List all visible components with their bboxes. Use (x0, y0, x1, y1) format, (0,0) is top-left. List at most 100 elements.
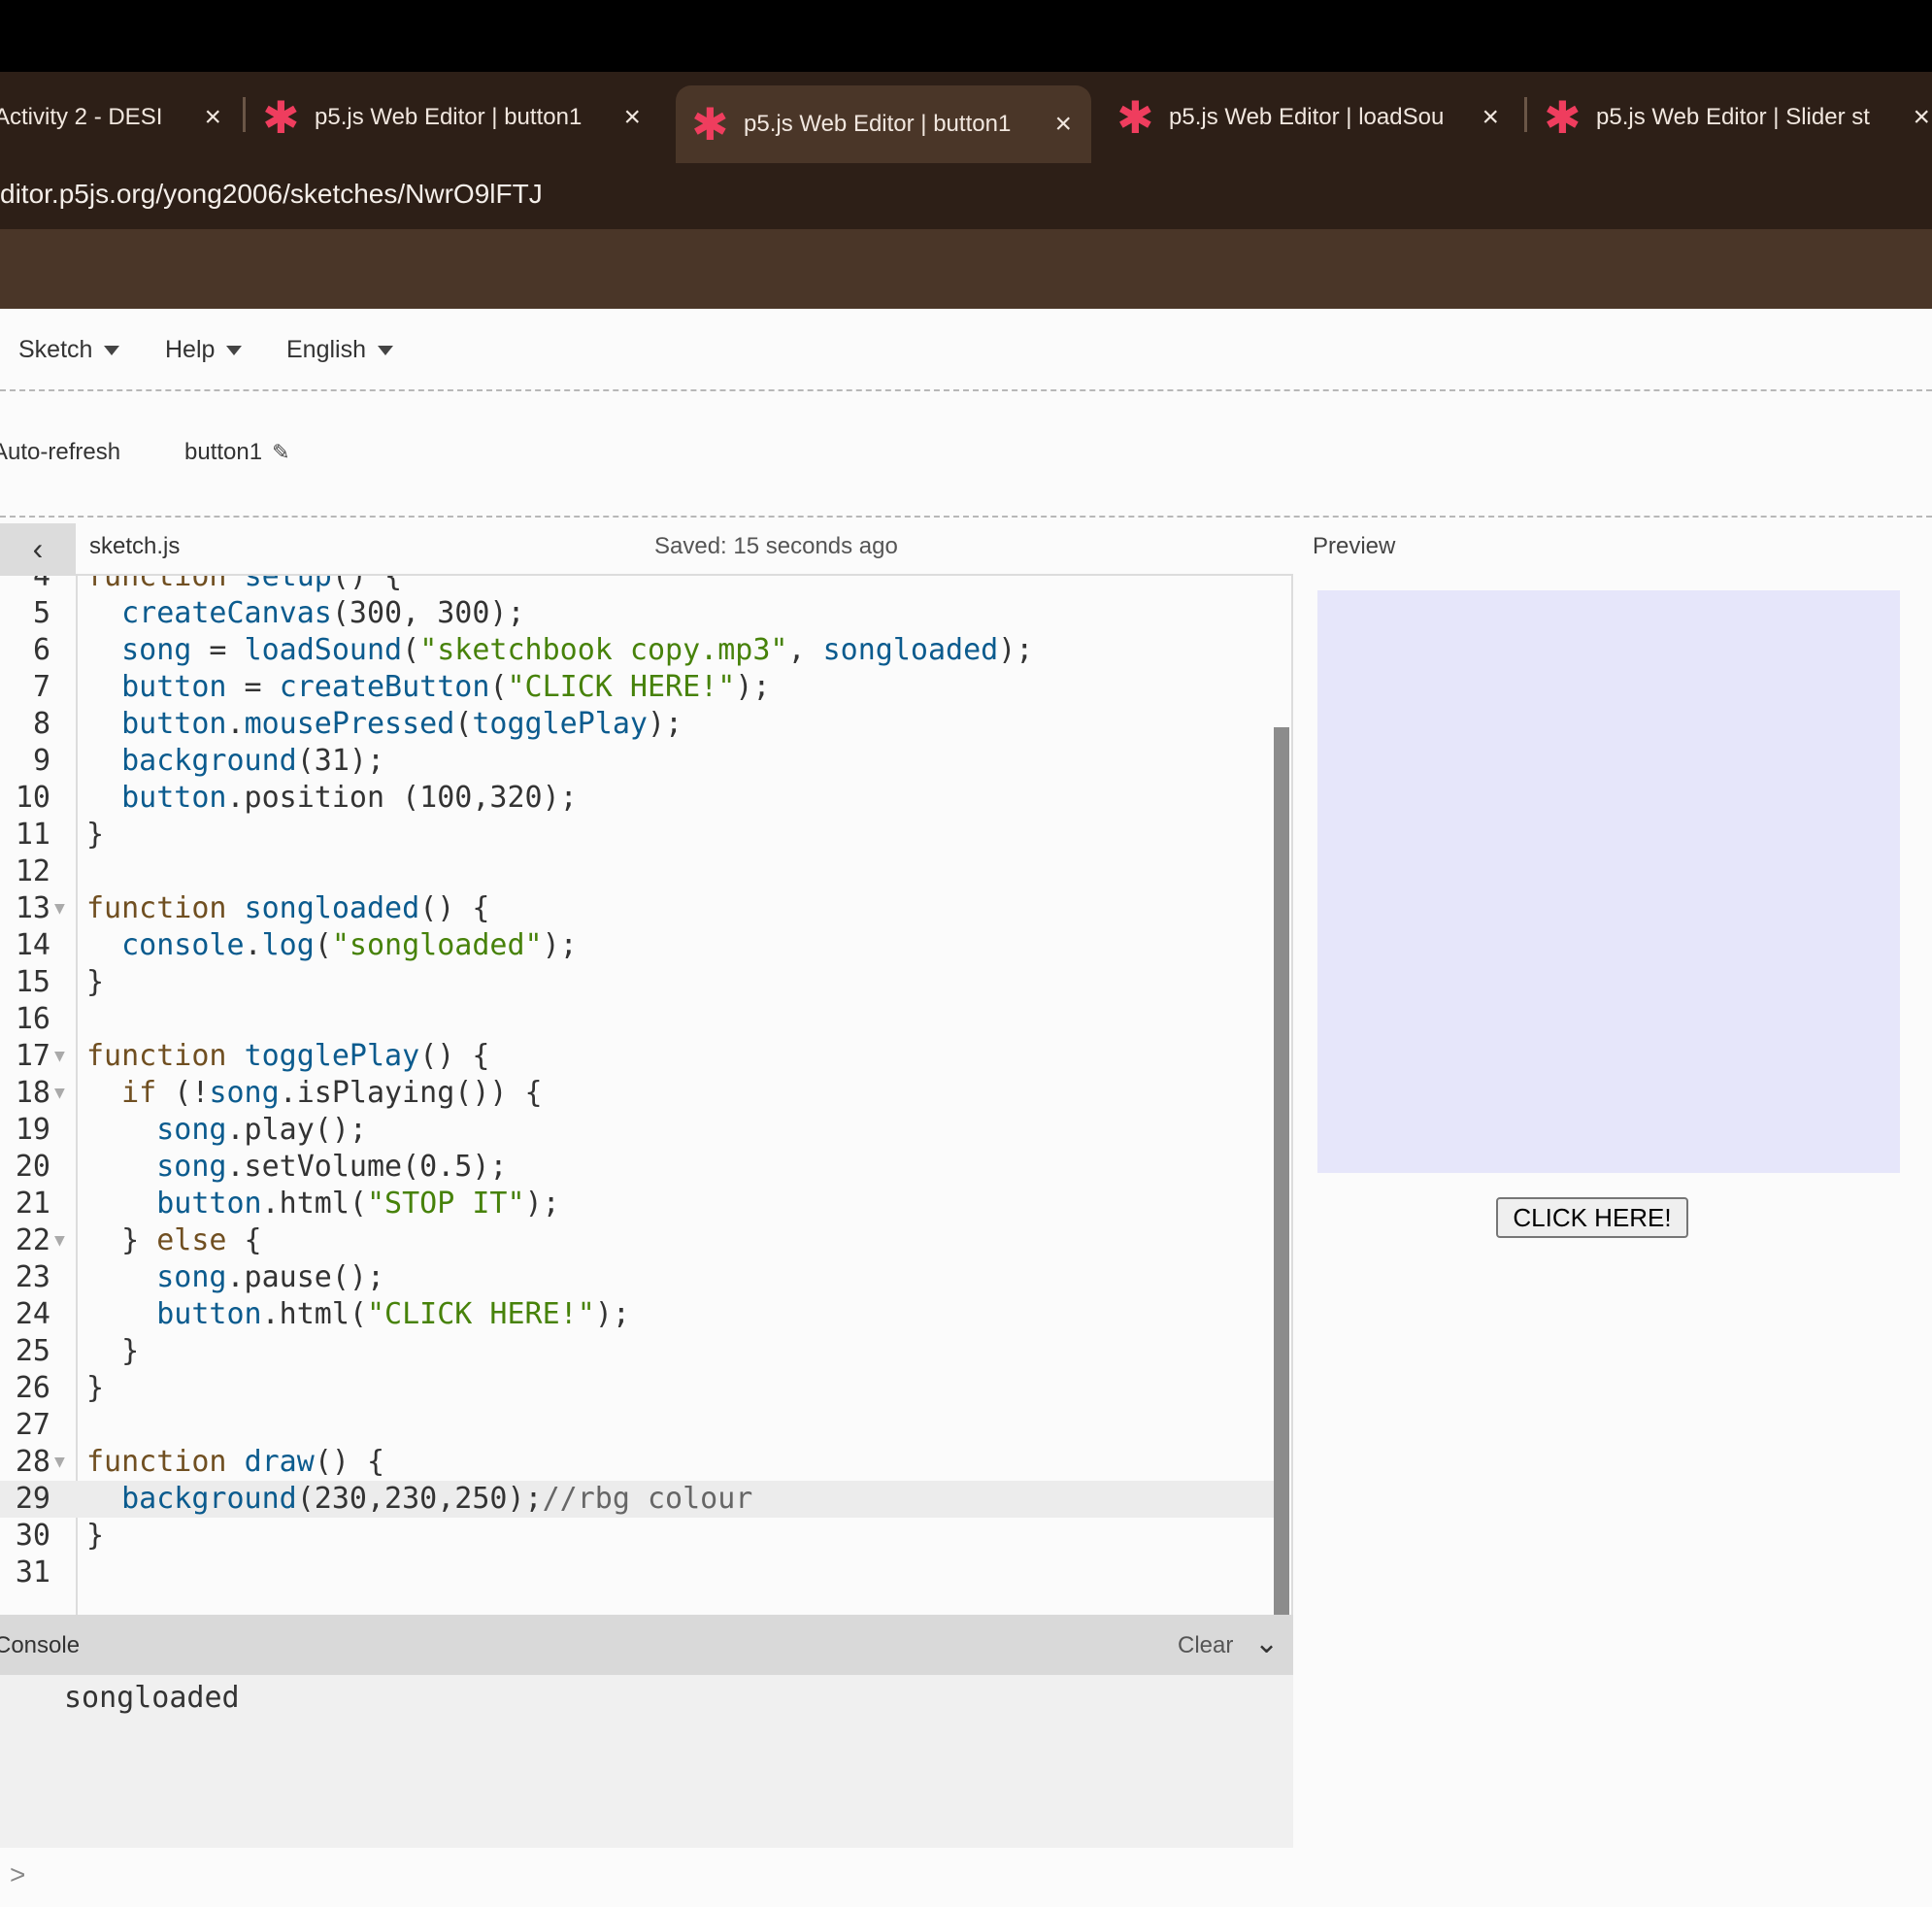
tab-title: p5.js Web Editor | button1 (315, 104, 583, 130)
browser-tab-strip: Activity 2 - DESI × ✱ p5.js Web Editor |… (0, 72, 1932, 163)
chevron-down-icon[interactable]: ⌄ (1254, 1626, 1279, 1660)
code-token: (31); (296, 744, 385, 778)
code-token: song (156, 1150, 227, 1184)
code-line[interactable]: 9 background(31); (0, 743, 1274, 780)
fold-arrow-icon[interactable]: ▼ (54, 1038, 65, 1075)
collapse-sidebar-button[interactable]: ‹ (0, 523, 76, 574)
close-icon[interactable]: × (1913, 101, 1930, 134)
code-line[interactable]: 7 button = createButton("CLICK HERE!"); (0, 669, 1274, 706)
code-line[interactable]: 11} (0, 817, 1274, 853)
address-bar[interactable]: ditor.p5js.org/yong2006/sketches/NwrO9lF… (0, 163, 1932, 229)
code-line[interactable]: 29 background(230,230,250);//rbg colour (0, 1481, 1274, 1518)
code-editor[interactable]: 4 function setup() {5 createCanvas(300, 3… (0, 574, 1293, 1615)
browser-tab-loadsound[interactable]: ✱ p5.js Web Editor | loadSou × (1116, 87, 1505, 148)
code-lines[interactable]: 4 function setup() {5 createCanvas(300, 3… (0, 576, 1274, 1591)
code-text: if (!song.isPlaying()) { (86, 1075, 543, 1112)
menu-sketch[interactable]: Sketch (18, 336, 120, 364)
line-number: 22 (15, 1223, 50, 1257)
browser-tab-button1[interactable]: ✱ p5.js Web Editor | button1 × (262, 87, 660, 148)
p5-star-icon: ✱ (1116, 92, 1154, 143)
close-icon[interactable]: × (204, 101, 221, 134)
code-line[interactable]: 21 button.html("STOP IT"); (0, 1186, 1274, 1222)
code-token: .position (100,320); (226, 781, 578, 815)
code-text: function setup() { (86, 576, 402, 595)
code-line[interactable]: 16 (0, 1001, 1274, 1038)
code-token: "CLICK HERE!" (507, 670, 736, 704)
preview-label: Preview (1313, 533, 1396, 559)
sketch-name[interactable]: button1 ✎ (184, 439, 290, 466)
line-number: 10 (15, 781, 50, 815)
code-line[interactable]: 25 } (0, 1333, 1274, 1370)
code-line[interactable]: 19 song.play(); (0, 1112, 1274, 1149)
code-line[interactable]: 30} (0, 1518, 1274, 1555)
code-line[interactable]: 20 song.setVolume(0.5); (0, 1149, 1274, 1186)
code-line[interactable]: 27 (0, 1407, 1274, 1444)
code-line[interactable]: 22 ▼ } else { (0, 1222, 1274, 1259)
code-line[interactable]: 8 button.mousePressed(togglePlay); (0, 706, 1274, 743)
p5-star-icon: ✱ (262, 92, 300, 143)
code-line[interactable]: 31 (0, 1555, 1274, 1591)
preview-canvas[interactable] (1317, 590, 1900, 1173)
line-number: 8 (32, 707, 50, 741)
code-line[interactable]: 28 ▼ function draw() { (0, 1444, 1274, 1481)
code-line[interactable]: 24 button.html("CLICK HERE!"); (0, 1296, 1274, 1333)
code-token: createCanvas (121, 596, 332, 630)
code-token: ); (735, 670, 771, 704)
code-token: = (191, 633, 245, 667)
fold-arrow-icon[interactable]: ▼ (54, 890, 65, 927)
code-line[interactable]: 26} (0, 1370, 1274, 1407)
fold-arrow-icon[interactable]: ▼ (54, 1222, 65, 1259)
console-input[interactable]: > (0, 1848, 1293, 1907)
code-line[interactable]: 15} (0, 964, 1274, 1001)
editor-scrollbar[interactable] (1274, 727, 1289, 1615)
url-text[interactable]: ditor.p5js.org/yong2006/sketches/NwrO9lF… (0, 179, 543, 210)
code-token: "STOP IT" (367, 1187, 525, 1221)
code-line[interactable]: 17 ▼ function togglePlay() { (0, 1038, 1274, 1075)
close-icon[interactable]: × (1054, 108, 1072, 141)
code-line[interactable]: 5 createCanvas(300, 300); (0, 595, 1274, 632)
tab-separator (243, 97, 246, 132)
click-here-button[interactable]: CLICK HERE! (1496, 1197, 1688, 1238)
console-clear-button[interactable]: Clear (1178, 1632, 1233, 1659)
code-line[interactable]: 10 button.position (100,320); (0, 780, 1274, 817)
browser-tab-slider[interactable]: ✱ p5.js Web Editor | Slider st × (1544, 87, 1932, 148)
file-name: sketch.js (89, 533, 181, 559)
browser-tab-button1-active[interactable]: ✱ p5.js Web Editor | button1 × (676, 85, 1091, 163)
code-token: song (156, 1260, 227, 1294)
code-token: ); (524, 1187, 560, 1221)
code-token: togglePlay (472, 707, 648, 741)
code-line[interactable]: 6 song = loadSound("sketchbook copy.mp3"… (0, 632, 1274, 669)
code-line[interactable]: 23 song.pause(); (0, 1259, 1274, 1296)
fold-arrow-icon[interactable]: ▼ (54, 1444, 65, 1481)
code-text: } (86, 1370, 104, 1407)
close-icon[interactable]: × (623, 101, 641, 134)
code-token: } (86, 1334, 140, 1368)
code-token: . (226, 707, 245, 741)
code-token: function (86, 891, 245, 925)
code-token: button (121, 670, 227, 704)
code-line[interactable]: 12 (0, 853, 1274, 890)
chevron-left-icon: ‹ (32, 530, 44, 566)
auto-refresh-checkbox-label[interactable]: Auto-refresh (0, 439, 120, 466)
code-token: .play(); (226, 1113, 368, 1147)
code-line[interactable]: 18 ▼ if (!song.isPlaying()) { (0, 1075, 1274, 1112)
menu-help[interactable]: Help (165, 336, 243, 364)
browser-tab-activity[interactable]: Activity 2 - DESI × (0, 87, 237, 148)
menu-language[interactable]: English (286, 336, 393, 364)
pencil-icon[interactable]: ✎ (272, 440, 289, 465)
code-token: () { (419, 1039, 490, 1073)
tab-title: p5.js Web Editor | button1 (744, 111, 1012, 137)
code-line[interactable]: 14 console.log("songloaded"); (0, 927, 1274, 964)
code-token: } (86, 1371, 105, 1405)
code-line[interactable]: 4 function setup() { (0, 576, 1274, 595)
line-number: 6 (32, 633, 50, 667)
code-line[interactable]: 13 ▼ function songloaded() { (0, 890, 1274, 927)
close-icon[interactable]: × (1482, 101, 1499, 134)
fold-arrow-icon[interactable]: ▼ (54, 1075, 65, 1112)
